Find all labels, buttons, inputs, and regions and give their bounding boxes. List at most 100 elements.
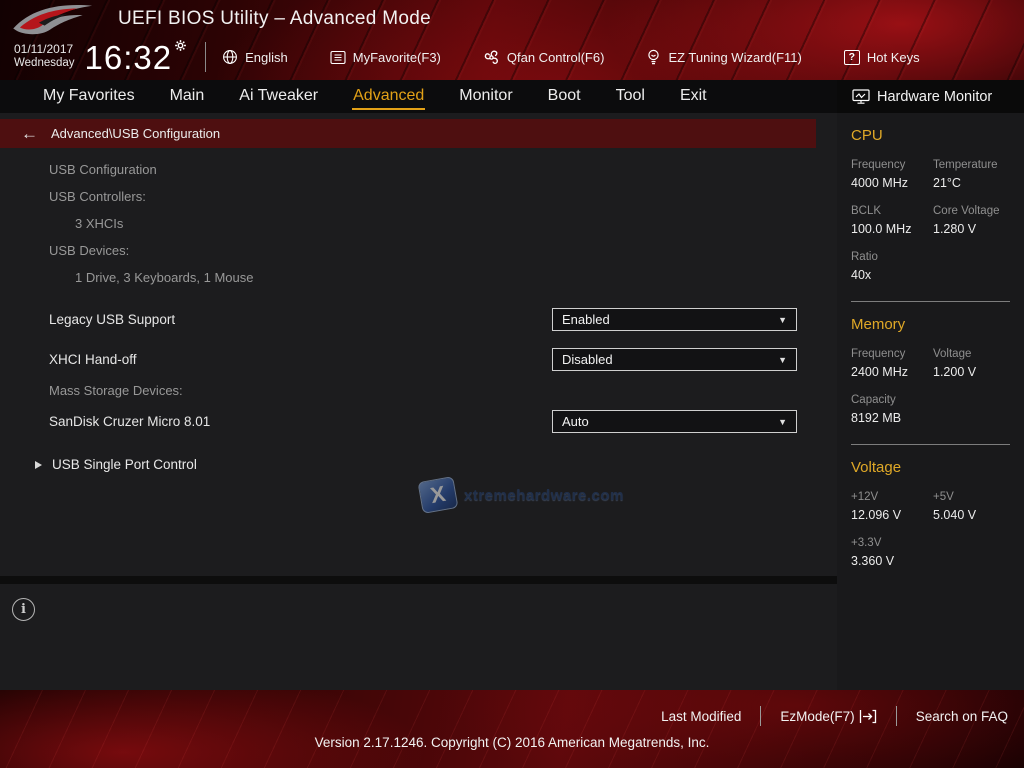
legacy-usb-support-value: Enabled <box>562 312 778 327</box>
favorite-list-icon <box>330 50 346 65</box>
xhci-hand-off-value: Disabled <box>562 352 778 367</box>
main-panel: ← Advanced\USB Configuration USB Configu… <box>0 113 837 690</box>
usb-single-port-control-label: USB Single Port Control <box>52 457 197 472</box>
xhci-hand-off-label: XHCI Hand-off <box>49 352 552 367</box>
cpu-temperature-stat: Temperature 21°C <box>933 159 1010 190</box>
header-toolbar: English MyFavorite(F3) Qfan Control <box>222 49 961 66</box>
cpu-core-voltage-stat: Core Voltage 1.280 V <box>933 205 1010 236</box>
memory-section-title: Memory <box>851 316 1010 333</box>
sidebar-divider <box>851 301 1010 302</box>
stat-label: BCLK <box>851 205 933 217</box>
header-banner: UEFI BIOS Utility – Advanced Mode 01/11/… <box>0 0 1024 80</box>
stat-label: Frequency <box>851 159 933 171</box>
wizard-bulb-icon <box>646 49 661 66</box>
usb-devices-label: USB Devices: <box>49 237 837 264</box>
legacy-usb-support-dropdown[interactable]: Enabled ▼ <box>552 308 797 331</box>
ez-tuning-wizard-label: EZ Tuning Wizard(F11) <box>668 50 801 65</box>
stat-label: Capacity <box>851 394 933 406</box>
stat-value: 8192 MB <box>851 411 933 425</box>
ez-tuning-wizard-button[interactable]: EZ Tuning Wizard(F11) <box>646 49 801 66</box>
memory-stats-row: Frequency 2400 MHz Voltage 1.200 V <box>851 348 1010 379</box>
voltage-12v-stat: +12V 12.096 V <box>851 491 933 522</box>
monitor-icon <box>852 89 870 105</box>
breadcrumb-path: Advanced\USB Configuration <box>51 126 220 141</box>
tab-exit[interactable]: Exit <box>679 83 708 110</box>
memory-frequency-stat: Frequency 2400 MHz <box>851 348 933 379</box>
footer: Last Modified EzMode(F7) Search on FAQ V… <box>0 690 1024 768</box>
cpu-stats-row: Ratio 40x <box>851 251 1010 282</box>
voltage-stats-row: +12V 12.096 V +5V 5.040 V <box>851 491 1010 522</box>
memory-stats-row: Capacity 8192 MB <box>851 394 1010 425</box>
xhci-hand-off-row[interactable]: XHCI Hand-off Disabled ▼ <box>49 348 837 371</box>
qfan-control-label: Qfan Control(F6) <box>507 50 605 65</box>
nav-tabs: My Favorites Main Ai Tweaker Advanced Mo… <box>0 80 837 113</box>
hot-keys-label: Hot Keys <box>867 50 920 65</box>
stat-label: +5V <box>933 491 1010 503</box>
tab-tool[interactable]: Tool <box>615 83 646 110</box>
help-panel: i <box>0 584 837 690</box>
back-arrow-icon[interactable]: ← <box>21 125 38 142</box>
last-modified-label: Last Modified <box>661 709 741 724</box>
footer-separator <box>760 706 761 726</box>
language-button[interactable]: English <box>222 49 288 65</box>
clock-settings-button[interactable] <box>174 39 187 52</box>
voltage-3v3-stat: +3.3V 3.360 V <box>851 537 933 568</box>
last-modified-button[interactable]: Last Modified <box>661 709 741 724</box>
legacy-usb-support-row[interactable]: Legacy USB Support Enabled ▼ <box>49 308 837 331</box>
gear-icon <box>174 39 187 52</box>
nav-bar: My Favorites Main Ai Tweaker Advanced Mo… <box>0 80 1024 113</box>
usb-single-port-control-item[interactable]: USB Single Port Control <box>35 457 837 472</box>
usb-config-content: USB Configuration USB Controllers: 3 XHC… <box>0 148 837 472</box>
app-title: UEFI BIOS Utility – Advanced Mode <box>118 8 431 30</box>
settings-panel: ← Advanced\USB Configuration USB Configu… <box>0 113 837 576</box>
tab-monitor[interactable]: Monitor <box>458 83 513 110</box>
hot-keys-button[interactable]: ? Hot Keys <box>844 50 920 65</box>
globe-icon <box>222 49 238 65</box>
stat-value: 1.200 V <box>933 365 1010 379</box>
memory-capacity-stat: Capacity 8192 MB <box>851 394 933 425</box>
date-display: 01/11/2017 Wednesday <box>14 43 75 70</box>
qfan-control-button[interactable]: Qfan Control(F6) <box>483 49 605 66</box>
footer-links: Last Modified EzMode(F7) Search on FAQ <box>0 690 1024 726</box>
language-label: English <box>245 50 288 65</box>
tab-advanced[interactable]: Advanced <box>352 83 425 110</box>
voltage-section-title: Voltage <box>851 459 1010 476</box>
stat-label: Core Voltage <box>933 205 1010 217</box>
hardware-monitor-header: Hardware Monitor <box>837 80 1024 113</box>
usb-controllers-label: USB Controllers: <box>49 183 837 210</box>
bios-screen: UEFI BIOS Utility – Advanced Mode 01/11/… <box>0 0 1024 768</box>
tab-my-favorites[interactable]: My Favorites <box>42 83 136 110</box>
stat-label: Temperature <box>933 159 1010 171</box>
header-bottom-row: 01/11/2017 Wednesday 16:32 E <box>0 34 1024 80</box>
ezmode-button[interactable]: EzMode(F7) <box>780 709 876 724</box>
cpu-bclk-stat: BCLK 100.0 MHz <box>851 205 933 236</box>
search-on-faq-button[interactable]: Search on FAQ <box>916 709 1008 724</box>
rog-logo-icon <box>8 0 104 38</box>
time-value: 16:32 <box>85 41 173 74</box>
stat-label: +12V <box>851 491 933 503</box>
sandisk-dropdown[interactable]: Auto ▼ <box>552 410 797 433</box>
voltage-5v-stat: +5V 5.040 V <box>933 491 1010 522</box>
memory-voltage-stat: Voltage 1.200 V <box>933 348 1010 379</box>
xhci-hand-off-dropdown[interactable]: Disabled ▼ <box>552 348 797 371</box>
tab-main[interactable]: Main <box>169 83 206 110</box>
stat-value: 40x <box>851 268 933 282</box>
version-text: Version 2.17.1246. Copyright (C) 2016 Am… <box>0 735 1024 750</box>
weekday-value: Wednesday <box>14 57 75 70</box>
stat-label: Voltage <box>933 348 1010 360</box>
fan-icon <box>483 49 500 66</box>
sandisk-row[interactable]: SanDisk Cruzer Micro 8.01 Auto ▼ <box>49 410 837 433</box>
tab-ai-tweaker[interactable]: Ai Tweaker <box>238 83 319 110</box>
chevron-down-icon: ▼ <box>778 355 787 365</box>
header-divider <box>205 42 206 72</box>
stat-value: 5.040 V <box>933 508 1010 522</box>
my-favorite-button[interactable]: MyFavorite(F3) <box>330 50 441 65</box>
cpu-section-title: CPU <box>851 127 1010 144</box>
cpu-ratio-stat: Ratio 40x <box>851 251 933 282</box>
date-value: 01/11/2017 <box>14 43 75 57</box>
sidebar-divider <box>851 444 1010 445</box>
my-favorite-label: MyFavorite(F3) <box>353 50 441 65</box>
tab-boot[interactable]: Boot <box>547 83 582 110</box>
body-area: ← Advanced\USB Configuration USB Configu… <box>0 113 1024 690</box>
stat-value: 12.096 V <box>851 508 933 522</box>
